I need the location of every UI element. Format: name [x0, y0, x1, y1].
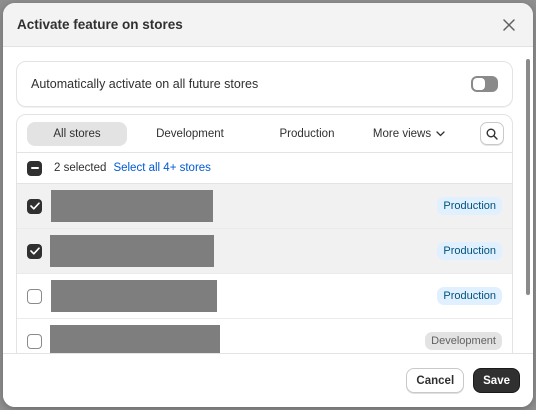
chevron-down-icon: [436, 130, 445, 136]
search-icon: [486, 128, 498, 140]
redacted-store-name: [50, 235, 214, 267]
store-checkbox[interactable]: [27, 288, 42, 304]
modal-title: Activate feature on stores: [17, 17, 183, 32]
store-row[interactable]: Production: [17, 229, 512, 274]
store-checkbox[interactable]: [27, 243, 42, 259]
activate-feature-modal: Activate feature on stores Automatically…: [3, 3, 533, 407]
checkmark-icon: [29, 247, 40, 255]
status-badge: Development: [425, 332, 502, 350]
modal-header: Activate feature on stores: [3, 3, 533, 47]
store-row[interactable]: Production: [17, 184, 512, 229]
redacted-store-name: [51, 190, 213, 222]
auto-activate-toggle[interactable]: [471, 76, 498, 92]
store-checkbox[interactable]: [27, 198, 42, 214]
selected-count: 2 selected: [54, 162, 107, 174]
tab-more-views[interactable]: More views: [361, 122, 457, 146]
indeterminate-icon: [30, 167, 39, 169]
modal-body[interactable]: Automatically activate on all future sto…: [3, 48, 533, 353]
store-row[interactable]: Development: [17, 319, 512, 353]
stores-card: All stores Development Production More v…: [16, 114, 513, 353]
status-badge: Production: [437, 242, 502, 260]
select-all-checkbox[interactable]: [27, 160, 42, 176]
select-all-link[interactable]: Select all 4+ stores: [113, 162, 210, 174]
status-badge: Production: [437, 197, 502, 215]
redacted-store-name: [51, 280, 217, 312]
status-badge: Production: [437, 287, 502, 305]
save-button[interactable]: Save: [473, 368, 520, 393]
more-views-label: More views: [372, 127, 432, 140]
tab-development[interactable]: Development: [127, 122, 253, 146]
view-tabs: All stores Development Production More v…: [17, 115, 512, 153]
store-checkbox[interactable]: [27, 333, 42, 349]
modal-scrollbar[interactable]: [526, 59, 530, 295]
tab-production[interactable]: Production: [253, 122, 361, 146]
bulk-selection-row: 2 selected Select all 4+ stores: [17, 153, 512, 184]
close-button[interactable]: [499, 15, 519, 35]
close-icon: [503, 18, 515, 31]
cancel-button[interactable]: Cancel: [406, 368, 465, 393]
tab-all-stores[interactable]: All stores: [27, 121, 127, 146]
auto-activate-card: Automatically activate on all future sto…: [16, 61, 513, 107]
toggle-knob: [473, 78, 485, 90]
store-row[interactable]: Production: [17, 274, 512, 319]
checkmark-icon: [29, 202, 40, 210]
modal-footer: Cancel Save: [3, 353, 533, 407]
auto-activate-label: Automatically activate on all future sto…: [31, 77, 259, 91]
search-button[interactable]: [480, 122, 504, 145]
redacted-store-name: [50, 325, 220, 353]
